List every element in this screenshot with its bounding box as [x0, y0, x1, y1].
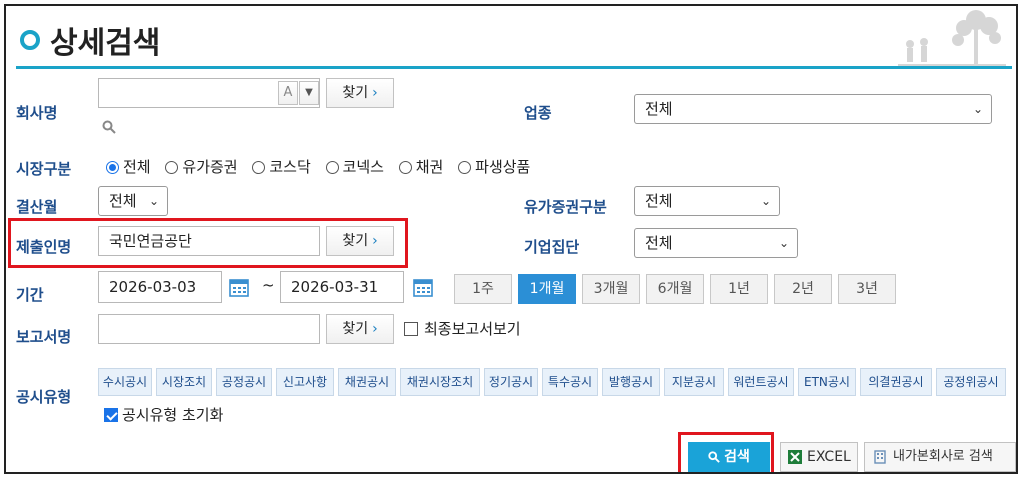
search-button[interactable]: 검색 [688, 442, 770, 472]
calendar-icon[interactable] [412, 276, 434, 298]
excel-button-label: EXCEL [807, 449, 851, 465]
disclosure-chip[interactable]: 수시공시 [98, 368, 152, 396]
period-3year-button[interactable]: 3년 [838, 274, 896, 304]
submitter-input[interactable]: 국민연금공단 [98, 226, 320, 256]
industry-select-value: 전체 [645, 100, 673, 118]
building-icon [874, 450, 886, 464]
disclosure-chip[interactable]: 특수공시 [542, 368, 598, 396]
radio-icon [458, 161, 472, 174]
securities-type-select-value: 전체 [645, 192, 673, 210]
securities-type-label: 유가증권구분 [524, 198, 607, 216]
disclosure-reset-checkbox[interactable] [104, 408, 118, 422]
settlement-label: 결산월 [16, 198, 58, 216]
kids-tree-illustration-icon [898, 10, 1006, 66]
securities-type-select[interactable]: 전체 ⌄ [634, 186, 780, 216]
market-option-label: 코스닥 [269, 158, 311, 176]
submitter-find-button[interactable]: 찾기 › [326, 226, 394, 256]
disclosure-chip[interactable]: 정기공시 [484, 368, 538, 396]
chevron-down-icon: ⌄ [760, 194, 771, 208]
group-select[interactable]: 전체 ⌄ [634, 228, 798, 258]
disclosure-chip[interactable]: 공정공시 [216, 368, 272, 396]
market-radio-kosdaq[interactable]: 코스닥 [252, 156, 311, 177]
period-end-input[interactable]: 2026-03-31 [280, 271, 404, 303]
report-find-label: 찾기 [342, 321, 369, 337]
period-3month-button[interactable]: 3개월 [582, 274, 640, 304]
chevron-right-icon: › [372, 321, 378, 337]
disclosure-chip[interactable]: 발행공시 [602, 368, 660, 396]
company-label: 회사명 [16, 104, 58, 122]
search-icon [708, 451, 720, 463]
period-2year-button[interactable]: 2년 [774, 274, 832, 304]
market-option-label: 채권 [415, 158, 444, 176]
chevron-down-icon: ⌄ [148, 194, 159, 208]
disclosure-chip[interactable]: 공정위공시 [936, 368, 1006, 396]
az-dropdown-button[interactable]: ▼ [299, 81, 319, 105]
search-button-label: 검색 [724, 449, 750, 465]
settlement-select-value: 전체 [109, 192, 137, 210]
market-option-label: 전체 [123, 158, 151, 176]
page-title: 상세검색 [50, 26, 161, 61]
disclosure-chip[interactable]: 시장조치 [156, 368, 212, 396]
period-1week-button[interactable]: 1주 [454, 274, 512, 304]
chevron-right-icon: › [372, 233, 378, 249]
market-radio-bond[interactable]: 채권 [398, 156, 444, 177]
my-viewed-companies-label: 내가본회사로 검색 [893, 449, 993, 464]
market-radio-securities[interactable]: 유가증권 [165, 156, 238, 177]
title-divider [16, 66, 1012, 69]
radio-selected-icon [106, 161, 119, 174]
industry-label: 업종 [524, 104, 552, 122]
group-label: 기업집단 [524, 238, 580, 256]
chevron-down-icon: ⌄ [972, 102, 983, 116]
chevron-down-icon: ⌄ [778, 236, 789, 250]
submitter-label: 제출인명 [16, 238, 72, 256]
group-select-value: 전체 [645, 234, 673, 252]
chevron-right-icon: › [372, 85, 378, 101]
market-option-label: 코넥스 [342, 158, 384, 176]
disclosure-chip[interactable]: 채권공시 [338, 368, 396, 396]
disclosure-chip[interactable]: 채권시장조치 [400, 368, 480, 396]
report-input[interactable] [98, 314, 320, 344]
report-find-button[interactable]: 찾기 › [326, 314, 394, 344]
company-find-label: 찾기 [342, 85, 369, 101]
disclosure-chip[interactable]: 지분공시 [664, 368, 724, 396]
period-1month-button[interactable]: 1개월 [518, 274, 576, 304]
excel-icon [788, 450, 802, 464]
period-1year-button[interactable]: 1년 [710, 274, 768, 304]
title-ring-icon [20, 30, 40, 50]
final-report-checkbox[interactable] [404, 322, 418, 336]
report-label: 보고서명 [16, 328, 72, 346]
radio-icon [252, 161, 266, 174]
submitter-find-label: 찾기 [342, 233, 369, 249]
disclosure-chip[interactable]: 의결권공시 [860, 368, 932, 396]
my-viewed-companies-button[interactable]: 내가본회사로 검색 [864, 442, 1016, 472]
market-radio-konex[interactable]: 코넥스 [325, 156, 384, 177]
detail-search-panel: 상세검색 회사명 A ▼ 찾기 › 업종 전체 ⌄ 시장구분 전체 유가증권 코스닥… [4, 4, 1018, 474]
radio-icon [165, 161, 179, 174]
period-start-input[interactable]: 2026-03-03 [98, 271, 222, 303]
market-radio-group: 전체 유가증권 코스닥 코넥스 채권 파생상품 [106, 156, 540, 177]
excel-button[interactable]: EXCEL [780, 442, 858, 472]
period-label: 기간 [16, 286, 44, 304]
az-button[interactable]: A [278, 81, 298, 105]
market-radio-all[interactable]: 전체 [106, 156, 151, 177]
search-icon [102, 120, 116, 134]
disclosure-label: 공시유형 [16, 388, 72, 406]
final-report-label: 최종보고서보기 [424, 320, 521, 338]
settlement-select[interactable]: 전체 ⌄ [98, 186, 168, 216]
market-radio-derivative[interactable]: 파생상품 [458, 156, 530, 177]
period-6month-button[interactable]: 6개월 [646, 274, 704, 304]
market-option-label: 파생상품 [475, 158, 531, 176]
disclosure-reset-label: 공시유형 초기화 [122, 406, 224, 424]
market-option-label: 유가증권 [182, 158, 238, 176]
period-separator: ~ [262, 276, 275, 294]
industry-select[interactable]: 전체 ⌄ [634, 94, 992, 124]
radio-icon [325, 161, 339, 174]
disclosure-chip[interactable]: 워런트공시 [728, 368, 794, 396]
radio-icon [398, 161, 412, 174]
market-label: 시장구분 [16, 160, 72, 178]
disclosure-chip[interactable]: 신고사항 [276, 368, 334, 396]
company-find-button[interactable]: 찾기 › [326, 78, 394, 108]
disclosure-chip[interactable]: ETN공시 [798, 368, 856, 396]
calendar-icon[interactable] [228, 276, 250, 298]
